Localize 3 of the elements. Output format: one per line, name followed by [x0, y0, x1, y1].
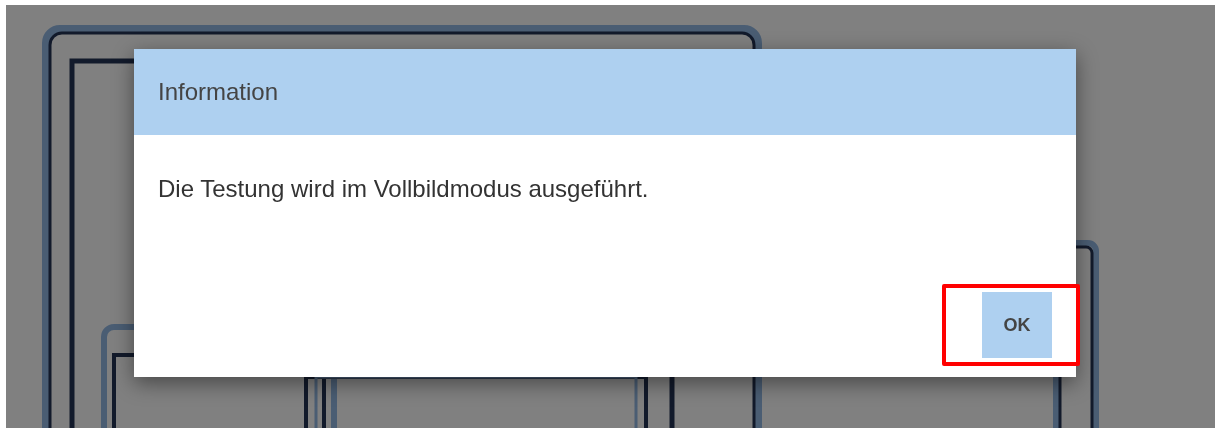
- dialog-title: Information: [158, 77, 279, 107]
- dialog-message: Die Testung wird im Vollbildmodus ausgeführt.: [157, 174, 650, 204]
- ok-button[interactable]: OK: [982, 292, 1052, 358]
